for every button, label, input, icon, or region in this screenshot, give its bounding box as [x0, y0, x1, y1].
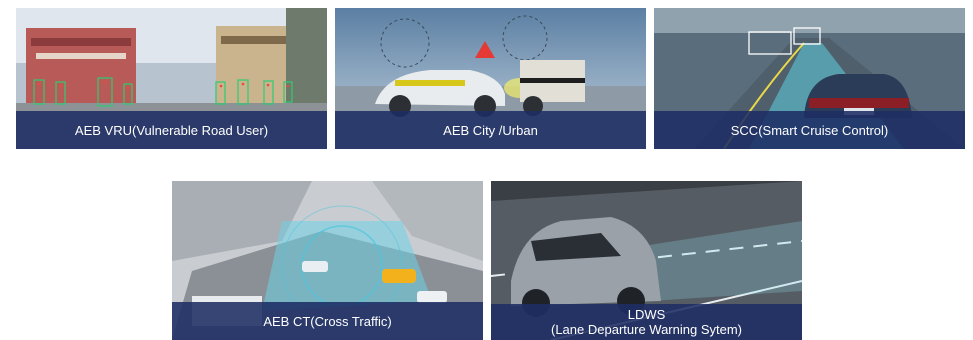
tile-caption: AEB City /Urban — [335, 111, 646, 149]
tile-caption: AEB CT(Cross Traffic) — [172, 302, 483, 340]
feature-tile-aeb-ct: AEB CT(Cross Traffic) — [172, 181, 483, 340]
feature-tile-ldws: LDWS (Lane Departure Warning Sytem) — [491, 181, 802, 340]
tile-caption: SCC(Smart Cruise Control) — [654, 111, 965, 149]
tile-caption-title: LDWS — [627, 307, 666, 322]
feature-tile-scc: SCC(Smart Cruise Control) — [654, 8, 965, 149]
feature-tile-aeb-vru: AEB VRU(Vulnerable Road User) — [16, 8, 327, 149]
feature-tile-aeb-city: AEB City /Urban — [335, 8, 646, 149]
tile-caption: LDWS (Lane Departure Warning Sytem) — [491, 304, 802, 340]
tile-caption: AEB VRU(Vulnerable Road User) — [16, 111, 327, 149]
tile-caption-subtitle: (Lane Departure Warning Sytem) — [551, 322, 742, 337]
